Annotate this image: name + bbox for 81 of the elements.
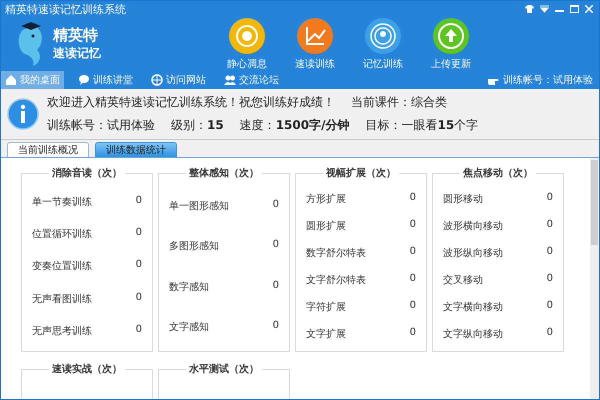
group-title: 视幅扩展（次） xyxy=(324,166,397,180)
item-label: 文字横向移动 xyxy=(443,300,503,314)
item-label: 多图形感知 xyxy=(169,240,219,254)
nav-item[interactable]: 我的桌面 xyxy=(1,71,64,89)
brand-subtitle: 速读记忆 xyxy=(53,45,101,62)
chart-icon xyxy=(296,17,334,55)
item-label: 圆形移动 xyxy=(443,193,483,206)
upload-icon xyxy=(432,17,470,55)
item-count: 0 xyxy=(410,219,416,232)
item-count: 0 xyxy=(546,300,553,313)
info-text: 级别：15 xyxy=(171,117,224,134)
group-title: 消除音读（次） xyxy=(51,166,123,180)
account-label: 训练帐号：试用体验 xyxy=(503,74,593,87)
item-label: 文字纵向移动 xyxy=(443,328,503,341)
shirt-icon[interactable] xyxy=(525,5,534,13)
info-text: 欢迎进入精英特速读记忆训练系统！祝您训练好成绩！ xyxy=(47,94,335,111)
globe-icon xyxy=(151,74,163,86)
item-count: 0 xyxy=(410,246,416,260)
item-count: 0 xyxy=(136,324,142,337)
item-label: 文字感知 xyxy=(169,320,209,334)
item-label: 波形横向移动 xyxy=(443,220,503,234)
group-title: 水平测试（次） xyxy=(188,362,260,376)
item-label: 单一图形感知 xyxy=(169,200,229,214)
maximize-icon[interactable] xyxy=(570,5,579,13)
group-title: 焦点移动（次） xyxy=(462,166,534,180)
item-count: 0 xyxy=(410,192,416,206)
window-title: 精英特速读记忆训练系统 xyxy=(5,2,126,16)
item-count: 0 xyxy=(272,239,279,252)
group-title: 速读实战（次） xyxy=(51,362,123,376)
tab[interactable]: 训练数据统计 xyxy=(95,142,177,157)
info-text: 训练帐号：试用体验 xyxy=(47,117,155,134)
item-count: 0 xyxy=(546,326,553,340)
item-count: 0 xyxy=(410,326,416,340)
info-text: 速度：1500字/分钟 xyxy=(240,117,350,134)
signal-icon xyxy=(364,17,402,55)
item-count: 0 xyxy=(272,280,279,293)
item-label: 单一节奏训练 xyxy=(32,196,92,210)
info-text: 目标：一眼看15个字 xyxy=(365,117,478,134)
item-label: 圆形扩展 xyxy=(306,220,346,234)
item-count: 0 xyxy=(546,219,553,232)
item-count: 0 xyxy=(410,272,416,286)
item-label: 数字舒尔特表 xyxy=(306,246,366,260)
nav-item[interactable]: 访问网站 xyxy=(147,71,210,89)
item-label: 变奏位置训练 xyxy=(32,260,92,274)
close-icon[interactable] xyxy=(585,5,593,13)
item-label: 文字舒尔特表 xyxy=(306,274,366,287)
info-text: 当前课件：综合类 xyxy=(351,94,447,111)
item-label: 无声看图训练 xyxy=(32,292,92,306)
item-count: 0 xyxy=(136,292,142,305)
chat-icon xyxy=(78,74,90,86)
feature-button[interactable]: 记忆训练 xyxy=(359,17,407,71)
item-label: 位置循环训练 xyxy=(32,228,92,242)
item-label: 波形纵向移动 xyxy=(443,246,503,260)
item-label: 数字感知 xyxy=(169,280,209,294)
item-label: 无声思考训练 xyxy=(32,324,92,338)
item-label: 方形扩展 xyxy=(306,192,346,206)
item-count: 0 xyxy=(410,300,416,313)
scrollbar[interactable] xyxy=(590,158,599,399)
item-count: 0 xyxy=(136,195,142,208)
feature-button[interactable]: 上传更新 xyxy=(427,17,475,71)
item-count: 0 xyxy=(546,246,553,260)
item-count: 0 xyxy=(136,227,142,240)
info-icon xyxy=(7,98,39,130)
brand-name: 精英特 xyxy=(53,26,99,45)
item-count: 0 xyxy=(546,272,553,286)
group-title: 整体感知（次） xyxy=(188,166,260,180)
item-count: 0 xyxy=(136,259,142,272)
feature-button[interactable]: 静心凋息 xyxy=(223,17,271,71)
nav-item[interactable]: 训练讲堂 xyxy=(74,71,137,89)
item-count: 0 xyxy=(546,192,553,206)
dropdown-icon[interactable] xyxy=(540,5,549,13)
item-count: 0 xyxy=(272,320,279,333)
item-label: 字符扩展 xyxy=(306,300,346,314)
home-icon xyxy=(5,74,17,86)
users-icon xyxy=(224,74,236,86)
item-label: 交叉移动 xyxy=(443,274,483,287)
nav-item[interactable]: 交流论坛 xyxy=(220,71,283,89)
tab[interactable]: 当前训练概况 xyxy=(7,142,89,157)
item-count: 0 xyxy=(272,199,279,212)
feature-button[interactable]: 速读训练 xyxy=(291,17,339,71)
item-label: 文字扩展 xyxy=(306,328,346,341)
